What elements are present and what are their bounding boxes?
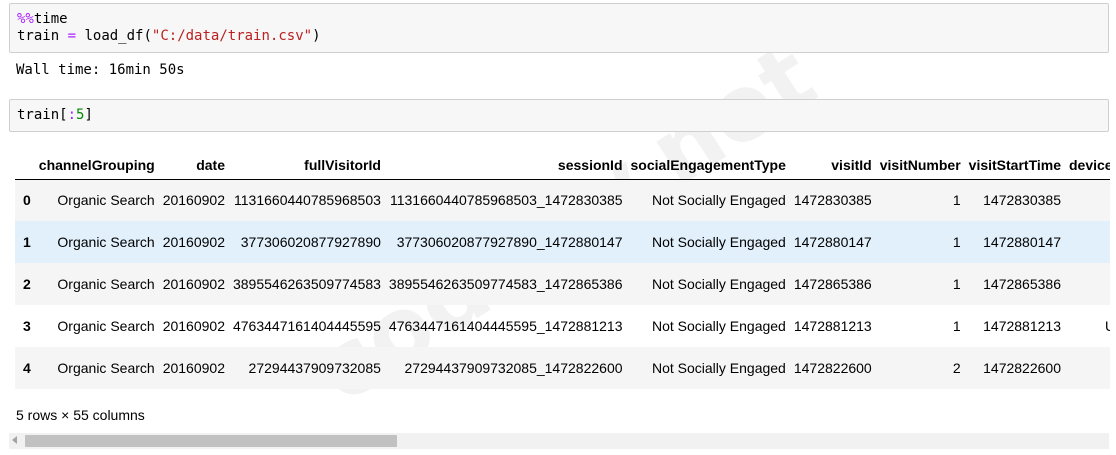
table-cell: Not Socially Engaged bbox=[651, 318, 786, 334]
magic-name: time bbox=[33, 11, 68, 27]
column-header: fullVisitorId bbox=[228, 152, 385, 180]
scrollbar-thumb[interactable] bbox=[25, 435, 397, 447]
table-cell: 1472880147 bbox=[983, 234, 1061, 250]
table-cell: 27294437909732085 bbox=[248, 360, 381, 376]
table-cell: 1472865386 bbox=[983, 276, 1061, 292]
column-header: visitNumber bbox=[875, 152, 965, 180]
row-index: 2 bbox=[23, 276, 31, 292]
table-cell: 1472830385 bbox=[983, 192, 1061, 209]
column-header: visitId bbox=[789, 152, 876, 180]
table-cell: 4763447161404445595_1472881213 bbox=[388, 318, 623, 334]
code-close-paren: ) bbox=[312, 28, 321, 44]
column-header: date bbox=[158, 152, 229, 180]
table-cell: Not Socially Engaged bbox=[651, 234, 786, 250]
slice-colon: : bbox=[67, 107, 77, 123]
code-cell-input-2[interactable]: train[:5] bbox=[9, 99, 1109, 132]
column-header: sessionId bbox=[384, 152, 627, 180]
table-row: 2 Organic Search 20160902 38955462635097745… bbox=[15, 263, 1110, 305]
table-cell: 20160902 bbox=[162, 360, 225, 376]
table-cell: 1 bbox=[952, 276, 961, 292]
table-cell: Not Socially Engaged bbox=[651, 360, 786, 376]
table-cell bbox=[1065, 263, 1110, 305]
table-cell bbox=[1065, 347, 1110, 389]
code-var: train bbox=[17, 28, 60, 44]
table-cell: 1472880147 bbox=[793, 234, 872, 250]
table-cell: Not Socially Engaged bbox=[651, 276, 786, 292]
horizontal-scrollbar[interactable] bbox=[9, 433, 1109, 449]
table-cell: 1472881213 bbox=[793, 318, 872, 334]
table-cell bbox=[1065, 179, 1110, 221]
code-func: load_df( bbox=[84, 28, 152, 44]
table-cell bbox=[1065, 221, 1110, 263]
table-header-row: channelGrouping date fullVisitorId sessionI… bbox=[15, 152, 1110, 180]
table-cell: 20160902 bbox=[162, 318, 225, 334]
column-header: channelGrouping bbox=[34, 152, 159, 180]
table-cell: 1472881213 bbox=[983, 318, 1061, 334]
table-cell: Organic Search bbox=[57, 192, 155, 209]
table-cell: 377306020877927890_1472880147 bbox=[396, 234, 623, 250]
row-index: 3 bbox=[23, 318, 31, 334]
table-row: 3 Organic Search 20160902 47634471614044455… bbox=[15, 305, 1110, 347]
rows-columns-summary: 5 rows × 55 columns bbox=[16, 407, 145, 423]
row-index: 1 bbox=[23, 234, 31, 250]
table-row: 0 Organic Search 20160902 11316604407859685… bbox=[15, 179, 1110, 221]
dataframe-output: channelGrouping date fullVisitorId sessionI… bbox=[15, 152, 1110, 392]
table-cell: 4763447161404445595 bbox=[232, 318, 381, 334]
table-cell: 20160902 bbox=[162, 192, 225, 209]
table-cell: 27294437909732085_1472822600 bbox=[404, 360, 623, 376]
table-cell: 20160902 bbox=[162, 276, 225, 292]
table-cell: 3895546263509774583_1472865386 bbox=[388, 276, 623, 292]
table-body: 0 Organic Search 20160902 11316604407859685… bbox=[15, 179, 1110, 389]
table-cell: 1472822600 bbox=[793, 360, 872, 376]
table-cell: 1472865386 bbox=[793, 276, 872, 292]
table-cell: UC bbox=[1065, 305, 1110, 347]
table-cell: Organic Search bbox=[57, 276, 155, 292]
scroll-left-icon[interactable] bbox=[12, 436, 17, 444]
table-row: 4 Organic Search 20160902 27294437909732085… bbox=[15, 347, 1110, 389]
code-close-bracket: ] bbox=[84, 107, 93, 123]
table-cell: 20160902 bbox=[162, 234, 225, 250]
table-cell: Organic Search bbox=[57, 318, 155, 334]
table-cell: 2 bbox=[952, 360, 961, 376]
dataframe-table: channelGrouping date fullVisitorId sessionI… bbox=[15, 152, 1110, 389]
table-cell: 1 bbox=[952, 192, 961, 209]
table-cell: 1472830385 bbox=[793, 192, 872, 209]
table-cell: Organic Search bbox=[57, 360, 155, 376]
table-cell: 1 bbox=[952, 234, 961, 250]
column-header: visitStartTime bbox=[964, 152, 1065, 180]
table-cell: 3895546263509774583 bbox=[232, 276, 381, 292]
magic-prefix: %% bbox=[17, 11, 34, 27]
code-string-arg: "C:/data/train.csv" bbox=[151, 28, 313, 44]
row-index: 0 bbox=[23, 192, 31, 209]
table-cell: Organic Search bbox=[57, 234, 155, 250]
table-cell: Not Socially Engaged bbox=[651, 192, 786, 209]
column-header: socialEngagementType bbox=[626, 152, 790, 180]
table-cell: 1131660440785968503_1472830385 bbox=[389, 192, 623, 209]
table-cell: 1472822600 bbox=[983, 360, 1061, 376]
cell-output-1: Wall time: 16min 50s bbox=[16, 62, 185, 78]
row-index: 4 bbox=[23, 360, 31, 376]
table-cell: 1 bbox=[952, 318, 961, 334]
code-var: train[ bbox=[17, 107, 68, 123]
table-row: 1 Organic Search 20160902 37730602087792789… bbox=[15, 221, 1110, 263]
index-header bbox=[15, 152, 35, 180]
code-cell-input-1[interactable]: %%time train = load_df("C:/data/train.cs… bbox=[9, 3, 1109, 53]
column-header: device bbox=[1065, 152, 1110, 180]
table-cell: 1131660440785968503 bbox=[234, 192, 381, 209]
table-cell: 377306020877927890 bbox=[240, 234, 381, 250]
code-operator: = bbox=[67, 28, 77, 44]
